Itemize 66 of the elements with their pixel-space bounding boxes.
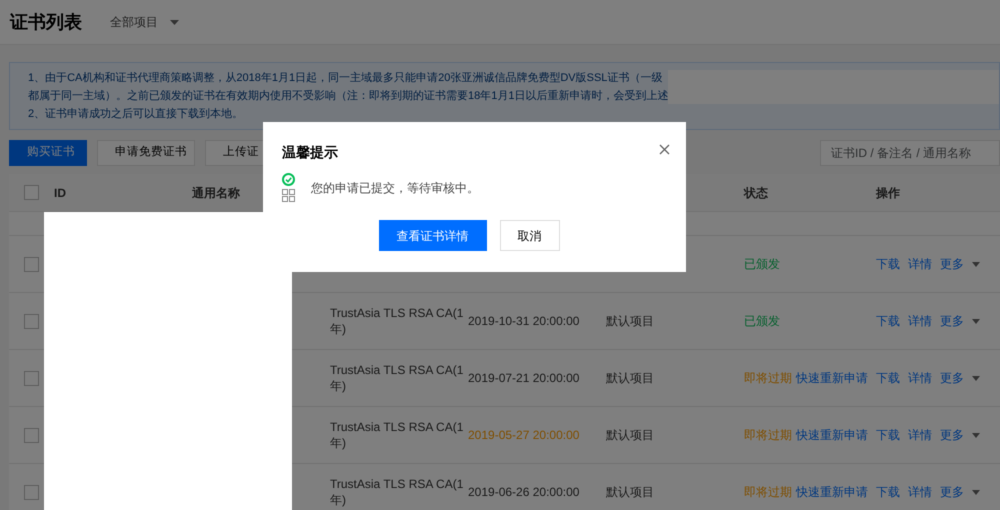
renew-link[interactable]: 快速重新申请 bbox=[796, 485, 868, 499]
project-dropdown[interactable]: 全部项目 bbox=[110, 13, 179, 31]
table-cell: TrustAsia TLS RSA CA(1年) bbox=[330, 306, 464, 336]
notice-text: 都属于同一主域）。之前已颁发的证书在有效期内使用不受影响（注：即将到期的证书需要18年1月1日以后重新申请时，会受到上述 bbox=[28, 88, 668, 104]
status-text: 已颁发 bbox=[744, 257, 780, 271]
caret-icon bbox=[170, 20, 179, 24]
close-button[interactable] bbox=[659, 144, 670, 155]
action-link[interactable]: 详情 bbox=[908, 483, 932, 501]
column-header: ID bbox=[54, 186, 66, 200]
close-icon bbox=[659, 144, 670, 155]
action-link[interactable]: 下载 bbox=[876, 369, 900, 387]
dialog-button[interactable]: 取消 bbox=[500, 220, 560, 251]
table-cell: 默认项目 bbox=[606, 485, 654, 499]
action-link[interactable]: 下载 bbox=[876, 483, 900, 501]
table-cell: 2019-05-27 20:00:00 bbox=[468, 428, 580, 442]
action-link[interactable]: 详情 bbox=[908, 426, 932, 444]
table-cell: TrustAsia TLS RSA CA(1年) bbox=[330, 420, 464, 450]
checkbox[interactable] bbox=[24, 314, 39, 328]
checkbox[interactable] bbox=[24, 256, 39, 272]
column-header: 状态 bbox=[744, 186, 768, 200]
table-cell: TrustAsia TLS RSA CA(1年) bbox=[330, 477, 464, 507]
notice-text: 1、由于CA机构和证书代理商策略调整，从2018年1月1日起，同一主域最多只能申请20张亚洲诚信品牌免费型DV版SSL证书（一级 bbox=[28, 70, 664, 86]
action-link[interactable]: 详情 bbox=[908, 312, 932, 330]
search-field[interactable]: 证书ID / 备注名 / 通用名称 bbox=[820, 140, 1000, 166]
status-text: 即将过期 bbox=[744, 371, 792, 385]
action-link[interactable]: 更多 bbox=[940, 312, 964, 330]
table-cell: 默认项目 bbox=[606, 428, 654, 442]
success-icon bbox=[282, 173, 295, 186]
notice-text: 2、证书申请成功之后可以直接下载到本地。 bbox=[28, 106, 244, 122]
table-cell: 默认项目 bbox=[606, 371, 654, 385]
action-link[interactable]: 更多 bbox=[940, 369, 964, 387]
action-link[interactable]: 更多 bbox=[940, 255, 964, 273]
page-title: 证书列表 bbox=[10, 10, 82, 34]
status-text: 即将过期 bbox=[744, 485, 792, 499]
checkbox[interactable] bbox=[24, 185, 39, 200]
table-cell: TrustAsia TLS RSA CA(1年) bbox=[330, 363, 464, 393]
action-link[interactable]: 详情 bbox=[908, 369, 932, 387]
column-header: 操作 bbox=[876, 184, 900, 202]
checkbox[interactable] bbox=[24, 370, 39, 386]
table-cell: 2019-07-21 20:00:00 bbox=[468, 371, 580, 385]
status-text: 即将过期 bbox=[744, 428, 792, 442]
action-link[interactable]: 下载 bbox=[876, 255, 900, 273]
table-cell: 2019-06-26 20:00:00 bbox=[468, 485, 580, 499]
caret-icon[interactable] bbox=[972, 262, 980, 266]
action-link[interactable]: 下载 bbox=[876, 312, 900, 330]
action-link[interactable]: 下载 bbox=[876, 426, 900, 444]
toolbar-button[interactable]: 申请免费证书 bbox=[97, 140, 195, 166]
caret-icon[interactable] bbox=[972, 490, 980, 494]
action-link[interactable]: 更多 bbox=[940, 483, 964, 501]
action-link[interactable]: 详情 bbox=[908, 255, 932, 273]
checkbox[interactable] bbox=[24, 484, 39, 500]
caret-icon[interactable] bbox=[972, 432, 980, 438]
caret-icon[interactable] bbox=[972, 376, 980, 380]
checkbox[interactable] bbox=[24, 428, 39, 442]
caret-icon[interactable] bbox=[972, 318, 980, 324]
column-header: 通用名称 bbox=[192, 186, 240, 200]
renew-link[interactable]: 快速重新申请 bbox=[796, 371, 868, 385]
status-text: 已颁发 bbox=[744, 314, 780, 328]
table-cell: 默认项目 bbox=[606, 314, 654, 328]
action-link[interactable]: 更多 bbox=[940, 426, 964, 444]
dialog-message: 您的申请已提交，等待审核中。 bbox=[311, 180, 479, 197]
table-cell: 2019-10-31 20:00:00 bbox=[468, 314, 580, 328]
grid-icon bbox=[282, 189, 295, 202]
renew-link[interactable]: 快速重新申请 bbox=[796, 428, 868, 442]
dialog-button[interactable]: 查看证书详情 bbox=[378, 220, 486, 251]
toolbar-button[interactable]: 购买证书 bbox=[9, 140, 87, 166]
